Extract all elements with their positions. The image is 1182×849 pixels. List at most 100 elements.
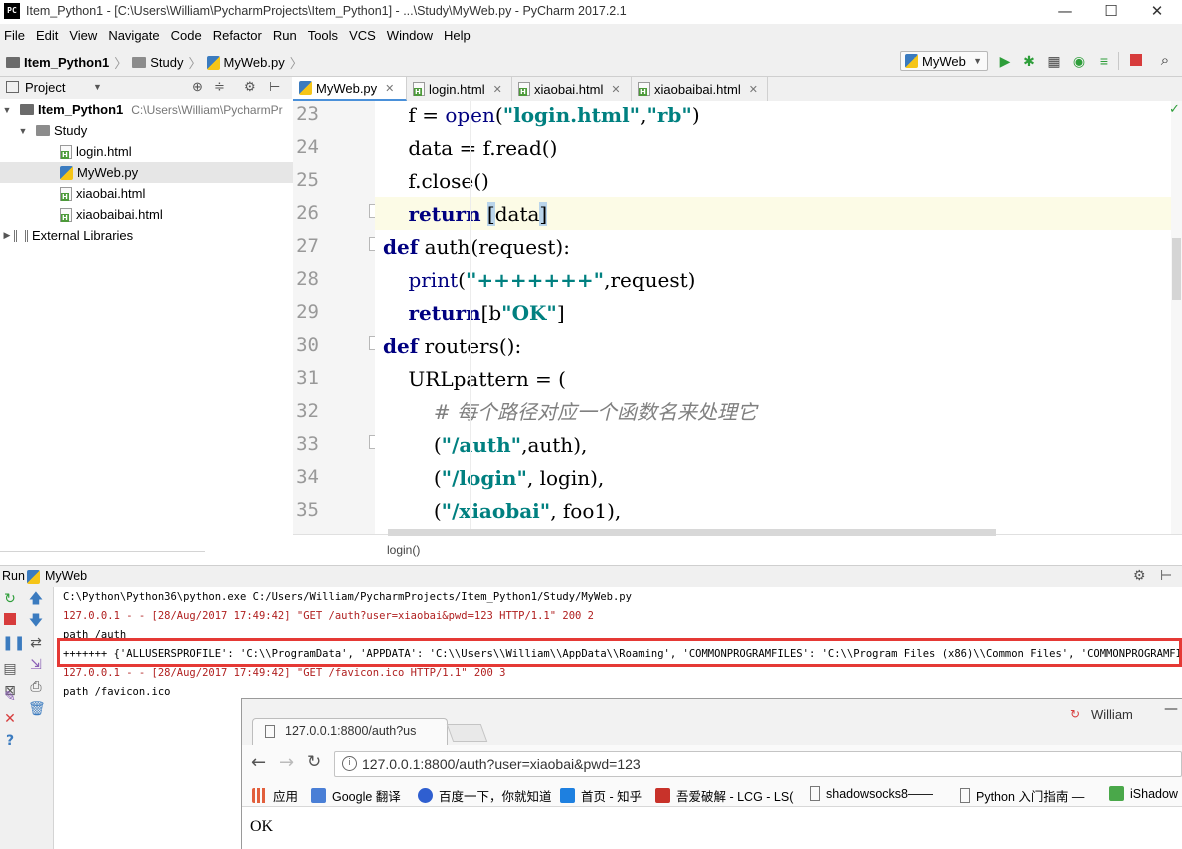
bookmark-label: 首页 - 知乎 <box>581 790 643 804</box>
close-icon[interactable]: ✕ <box>385 82 394 95</box>
bookmark-ishadow[interactable]: iShadow <box>1109 786 1178 801</box>
editor-scroll-thumb[interactable] <box>1172 238 1181 300</box>
hide-panel-icon[interactable]: ⊢ <box>1160 567 1172 584</box>
python-file-icon <box>60 165 73 180</box>
stop-icon[interactable] <box>1128 53 1144 69</box>
editor-scrollbar[interactable]: ✓ <box>1169 101 1182 534</box>
menu-vcs[interactable]: VCS <box>345 28 383 43</box>
menu-help[interactable]: Help <box>440 28 478 43</box>
expand-arrow-icon[interactable]: ▼ <box>0 105 14 115</box>
menu-run[interactable]: Run <box>269 28 304 43</box>
soft-wrap-icon[interactable]: ⇄ <box>28 635 44 651</box>
tree-item-path: C:\Users\William\PycharmPr <box>131 102 283 117</box>
debug-icon[interactable]: ✱ <box>1021 53 1037 69</box>
layout-icon[interactable]: ▤ <box>2 661 18 677</box>
pause-icon[interactable]: ❚❚ <box>2 635 25 651</box>
editor-horizontal-scrollbar[interactable] <box>388 529 996 536</box>
bookmark-label: 应用 <box>273 790 299 804</box>
back-icon[interactable]: ← <box>251 752 266 773</box>
browser-user-name[interactable]: William <box>1091 707 1133 722</box>
bookmark-python-guide[interactable]: Python 入门指南 — <box>960 786 1084 805</box>
close-icon[interactable]: ✕ <box>2 711 18 727</box>
bookmark-label: 吾爱破解 - LCG - LS( <box>676 790 794 804</box>
bookmark-52pojie[interactable]: 吾爱破解 - LCG - LS( <box>655 786 793 805</box>
breadcrumb-project[interactable]: Item_Python1 <box>24 55 109 70</box>
menu-code[interactable]: Code <box>167 28 209 43</box>
forward-icon[interactable]: → <box>279 752 294 773</box>
arrow-up-icon[interactable]: 🡅 <box>28 591 44 607</box>
browser-minimize-button[interactable]: — <box>1164 701 1178 717</box>
bookmark-shadowsocks[interactable]: shadowsocks8—— <box>810 786 933 801</box>
maximize-button[interactable]: ☐ <box>1088 0 1134 24</box>
tree-item-project[interactable]: ▼ Item_Python1 C:\Users\William\PycharmP… <box>0 99 292 120</box>
close-button[interactable]: ✕ <box>1134 0 1180 24</box>
coverage-icon[interactable]: ▦ <box>1046 53 1062 69</box>
run-config-name[interactable]: MyWeb <box>45 569 87 583</box>
collapse-icon[interactable]: ≑ <box>214 79 225 95</box>
line-number: 29 <box>296 301 319 323</box>
line-number: 24 <box>296 136 319 158</box>
tab-xiaobai-html[interactable]: xiaobai.html ✕ <box>512 77 632 101</box>
address-bar[interactable]: i 127.0.0.1:8800/auth?user=xiaobai&pwd=1… <box>334 751 1182 777</box>
code-line-25: f.close() <box>383 169 489 193</box>
stop-icon[interactable] <box>2 613 18 629</box>
close-icon[interactable]: ✕ <box>611 83 620 96</box>
close-icon[interactable]: ✕ <box>493 83 502 96</box>
bookmark-zhihu[interactable]: 首页 - 知乎 <box>560 786 642 805</box>
run-configuration-select[interactable]: MyWeb ▼ <box>900 51 988 71</box>
profile-icon[interactable]: ◉ <box>1071 53 1087 69</box>
breadcrumb-folder[interactable]: Study <box>150 55 183 70</box>
bookmark-baidu[interactable]: 百度一下，你就知道 <box>418 786 552 805</box>
hide-panel-icon[interactable]: ⊢ <box>269 79 280 95</box>
code-editor[interactable]: f = open("login.html","rb") data = f.rea… <box>375 101 1171 534</box>
function-breadcrumb[interactable]: login() <box>387 543 420 557</box>
menu-refactor[interactable]: Refactor <box>209 28 269 43</box>
window-title-bar: PC Item_Python1 - [C:\Users\William\Pych… <box>0 0 1182 24</box>
search-icon[interactable]: ⌕ <box>1157 53 1173 69</box>
reload-icon[interactable]: ↻ <box>307 752 321 772</box>
bookmark-apps[interactable]: 应用 <box>252 786 298 805</box>
browser-tab[interactable]: 127.0.0.1:8800/auth?us <box>252 718 448 746</box>
chevron-down-icon[interactable]: ▼ <box>93 82 102 92</box>
info-icon[interactable]: i <box>342 756 357 771</box>
tab-login-html[interactable]: login.html ✕ <box>407 77 512 101</box>
minimize-button[interactable]: — <box>1042 0 1088 24</box>
print-icon[interactable]: ⎙ <box>28 679 44 695</box>
collapse-arrow-icon[interactable]: ▶ <box>0 230 14 241</box>
new-tab-button[interactable] <box>446 724 488 742</box>
expand-arrow-icon[interactable]: ▼ <box>16 126 30 136</box>
run-icon[interactable]: ▶ <box>997 53 1013 69</box>
menu-window[interactable]: Window <box>383 28 440 43</box>
target-icon[interactable]: ⊕ <box>192 79 203 95</box>
tab-myweb-py[interactable]: MyWeb.py ✕ <box>293 77 407 101</box>
menu-navigate[interactable]: Navigate <box>104 28 166 43</box>
gear-icon[interactable]: ⚙ <box>1133 567 1146 584</box>
arrow-down-icon[interactable]: 🡇 <box>28 613 44 629</box>
close-icon[interactable]: ✕ <box>749 83 758 96</box>
scroll-to-end-icon[interactable]: ⇲ <box>28 657 44 673</box>
menu-tools[interactable]: Tools <box>304 28 345 43</box>
navigation-bar: Item_Python1 〉 Study 〉 MyWeb.py 〉 MyWeb … <box>0 46 1182 77</box>
apps-grid-icon <box>252 788 267 803</box>
help-icon[interactable]: ? <box>2 733 18 749</box>
code-line-32: # 每个路径对应一个函数名来处理它 <box>433 400 757 424</box>
ishadow-icon <box>1109 786 1124 801</box>
breadcrumb-file[interactable]: MyWeb.py <box>224 55 285 70</box>
plug-icon[interactable]: ✎ <box>2 689 18 705</box>
bookmark-google-translate[interactable]: Google 翻译 <box>311 786 401 805</box>
menu-edit[interactable]: Edit <box>32 28 65 43</box>
tree-item-study[interactable]: ▼ Study <box>0 120 308 141</box>
tab-label: xiaobai.html <box>534 81 604 97</box>
response-text: OK <box>250 818 274 835</box>
project-panel-title[interactable]: Project <box>25 80 65 95</box>
tab-xiaobaibai-html[interactable]: xiaobaibai.html ✕ <box>632 77 768 101</box>
rerun-icon[interactable]: ↻ <box>2 591 18 607</box>
code-line-29: return[b"OK"] <box>408 301 565 325</box>
html-file-icon <box>518 82 530 96</box>
menu-view[interactable]: View <box>65 28 104 43</box>
menu-file[interactable]: File <box>0 28 32 43</box>
tree-item-external-libraries[interactable]: ▶ External Libraries <box>0 225 292 246</box>
trash-icon[interactable]: 🗑 <box>28 701 46 717</box>
gear-icon[interactable]: ⚙ <box>244 79 256 95</box>
concurrency-icon[interactable]: ≡ <box>1096 53 1112 69</box>
